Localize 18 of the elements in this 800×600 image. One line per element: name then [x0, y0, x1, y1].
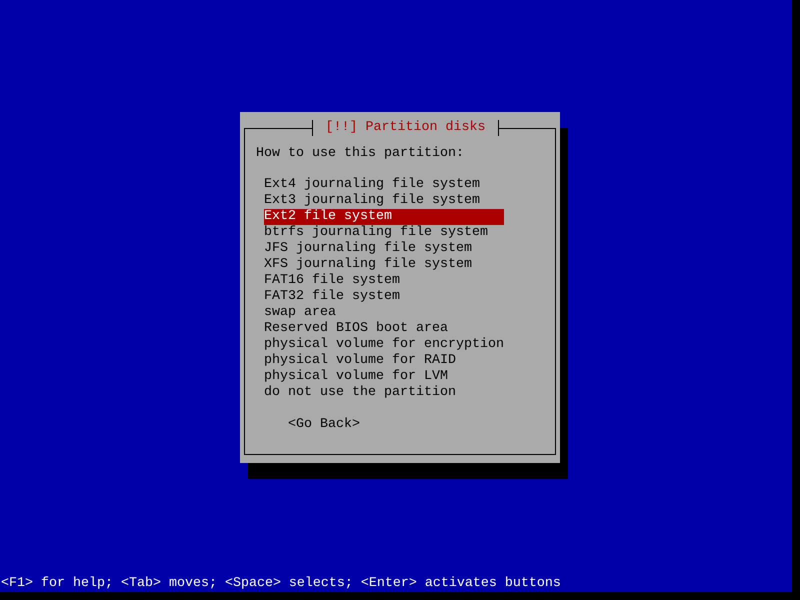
option-item[interactable]: physical volume for encryption [264, 337, 504, 353]
option-item[interactable]: FAT16 file system [264, 273, 504, 289]
prompt-text: How to use this partition: [256, 146, 465, 162]
option-item[interactable]: XFS journaling file system [264, 257, 504, 273]
option-item[interactable]: FAT32 file system [264, 289, 504, 305]
go-back-button[interactable]: <Go Back> [288, 417, 360, 433]
option-item[interactable]: JFS journaling file system [264, 241, 504, 257]
option-item[interactable]: swap area [264, 305, 504, 321]
option-item[interactable]: Reserved BIOS boot area [264, 321, 504, 337]
option-item[interactable]: do not use the partition [264, 385, 504, 401]
option-item[interactable]: Ext2 file system [264, 209, 504, 225]
option-item[interactable]: Ext3 journaling file system [264, 193, 504, 209]
option-item[interactable]: btrfs journaling file system [264, 225, 504, 241]
option-item[interactable]: physical volume for RAID [264, 353, 504, 369]
dialog-title: [!!] Partition disks [312, 120, 500, 136]
option-item[interactable]: physical volume for LVM [264, 369, 504, 385]
status-bar: <F1> for help; <Tab> moves; <Space> selects; <Enter> activates buttons [0, 576, 792, 592]
option-item[interactable]: Ext4 journaling file system [264, 177, 504, 193]
